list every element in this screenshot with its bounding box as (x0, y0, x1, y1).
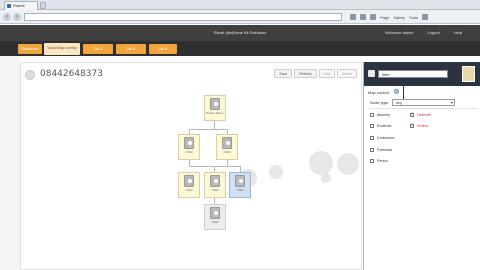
browser-tab-title: Rabbit (13, 3, 25, 8)
case-id: 08442648373 (40, 69, 103, 79)
delete-button[interactable]: Delete (336, 69, 357, 78)
filter-person[interactable]: Person (370, 159, 388, 163)
checkbox[interactable] (370, 148, 374, 152)
person-icon (210, 175, 220, 187)
case-icon (25, 70, 35, 80)
tab-3[interactable]: Tab 3 (83, 44, 113, 54)
add-button[interactable]: Add (318, 69, 335, 78)
node-label: Child (185, 150, 193, 154)
tab-5[interactable]: Tab 5 (149, 44, 177, 54)
app-header: Elsnik (dis)Hone Kit Solutions Welcome a… (0, 25, 480, 41)
browser-toolbar: ‹ › Page Safety Tools (0, 10, 480, 24)
decorative-blob (269, 165, 283, 179)
decorative-blob (309, 151, 333, 175)
checkbox[interactable] (370, 124, 374, 128)
browser-tools: Page Safety Tools (350, 13, 429, 21)
welcome-user: Welcome admin (384, 30, 414, 35)
node-label: Child (223, 150, 231, 154)
book-icon (462, 66, 475, 82)
map-canvas[interactable]: 08442648373 Save Refresh Add Delete Pare… (20, 62, 362, 270)
tree-connector (214, 121, 215, 129)
save-button[interactable]: Save (274, 69, 293, 78)
tree-node[interactable]: Child (204, 172, 226, 198)
person-icon (222, 137, 232, 149)
page-menu[interactable]: Page (380, 15, 389, 20)
node-type-label: Node type (370, 100, 389, 105)
tree-node[interactable]: Child (204, 204, 226, 230)
help-icon[interactable] (422, 14, 429, 20)
forward-icon[interactable]: › (13, 13, 21, 21)
chevron-down-icon: ▾ (450, 100, 453, 105)
help-link[interactable]: Help (454, 30, 462, 35)
checkbox-label: Person (377, 159, 389, 163)
filter-attorney[interactable]: Attorney (370, 113, 390, 117)
tree-node[interactable]: Child (178, 134, 200, 160)
tab-4[interactable]: Tab 4 (116, 44, 146, 54)
filter-defender[interactable]: Defender (410, 111, 432, 117)
decorative-blob (321, 173, 331, 183)
tree-node[interactable]: Child (216, 134, 238, 160)
tree-node[interactable]: Child (178, 172, 200, 198)
filter-panel-header: filter (364, 62, 480, 86)
back-icon[interactable]: ‹ (3, 13, 11, 21)
safety-menu[interactable]: Safety (393, 15, 404, 20)
browser-tab[interactable]: Rabbit (4, 1, 38, 10)
filter-victims[interactable]: Victims (410, 122, 429, 128)
checkbox-label: Confession (377, 136, 395, 140)
tree-connector (189, 166, 241, 167)
search-input[interactable]: filter (378, 70, 448, 78)
node-label: Child (211, 220, 219, 224)
print-icon[interactable] (370, 14, 376, 20)
address-bar[interactable] (24, 13, 342, 21)
tab-dashboard[interactable]: Dashboard (18, 44, 42, 54)
map-control-icon[interactable] (394, 89, 399, 94)
checkbox-label: Defender (417, 113, 432, 117)
logout-link[interactable]: Logout (428, 30, 440, 35)
left-gutter (0, 56, 20, 270)
tree-node-selected[interactable]: Child (229, 172, 251, 198)
person-icon (184, 175, 194, 187)
tab-bar: Dashboard Visual Map overlay Tab 3 Tab 4… (0, 41, 480, 56)
feeds-icon[interactable] (360, 14, 366, 20)
header-links: Welcome admin Logout Help (385, 30, 462, 35)
person-icon (210, 207, 220, 219)
home-icon[interactable] (350, 14, 356, 20)
checkbox[interactable] (410, 122, 414, 128)
checkbox[interactable] (370, 159, 374, 163)
tools-menu[interactable]: Tools (409, 15, 418, 20)
node-label: Child (185, 188, 193, 192)
person-icon (184, 137, 194, 149)
decorative-blob (337, 153, 359, 175)
new-tab-button[interactable] (40, 2, 46, 9)
tree-connector (189, 129, 227, 130)
refresh-button[interactable]: Refresh (294, 69, 317, 78)
checkbox[interactable] (370, 136, 374, 140)
text-cursor-icon (403, 86, 404, 99)
filter-forensics[interactable]: Forensics (370, 148, 392, 152)
checkbox-label: Forensics (377, 148, 393, 152)
node-label: Child (211, 188, 219, 192)
checkbox-label: Evidence (377, 124, 392, 128)
checkbox-label: Attorney (377, 113, 391, 117)
node-type-select[interactable]: Any ▾ (392, 99, 455, 106)
tab-visual-map[interactable]: Visual Map overlay (44, 43, 80, 55)
logo-icon (368, 70, 375, 77)
person-icon (210, 98, 220, 110)
filter-confession[interactable]: Confession (370, 136, 395, 140)
map-control-label: Map control (368, 90, 389, 95)
checkbox[interactable] (410, 111, 414, 117)
canvas-toolbar: Save Refresh Add Delete (274, 69, 357, 78)
person-icon (235, 175, 245, 187)
favicon-icon (7, 4, 11, 8)
node-type-value: Any (396, 101, 403, 105)
node-label: Parent Name (206, 111, 224, 115)
filter-panel: filter Map control Node type Any ▾ Attor… (363, 62, 480, 270)
filter-evidence[interactable]: Evidence (370, 124, 391, 128)
browser-tab-strip: Rabbit (0, 0, 480, 10)
node-label: Child (236, 188, 244, 192)
checkbox[interactable] (370, 113, 374, 117)
tree-node-root[interactable]: Parent Name (204, 95, 226, 121)
divider (368, 108, 478, 109)
checkbox-label: Victims (417, 124, 429, 128)
